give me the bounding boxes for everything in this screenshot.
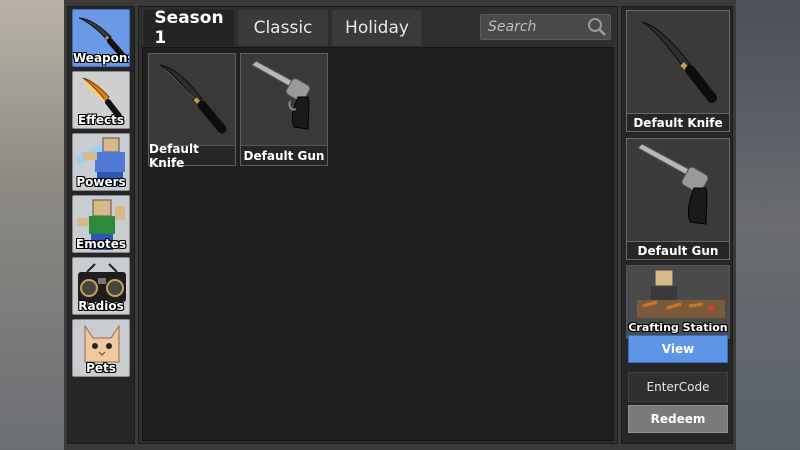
item-name: Default Gun (241, 145, 327, 165)
equipped-knife-slot[interactable]: Default Knife (626, 10, 730, 132)
item-default-knife[interactable]: Default Knife (148, 53, 236, 170)
item-grid: Default Knife Default Gun (142, 47, 614, 441)
tab-classic[interactable]: Classic (237, 9, 329, 47)
sidebar-item-emotes[interactable]: Emotes (72, 195, 130, 253)
sidebar-item-pets[interactable]: Pets (72, 319, 130, 377)
category-sidebar: Weapons Effects Powers Emotes Radios Pet… (67, 6, 135, 444)
tab-bar: Season 1 Classic Holiday (143, 8, 423, 48)
crafting-station-card[interactable]: Crafting Station (626, 265, 730, 339)
search-input[interactable] (481, 15, 584, 39)
knife-icon (150, 55, 234, 147)
sidebar-item-effects[interactable]: Effects (72, 71, 130, 129)
game-background-right (736, 0, 800, 450)
sidebar-item-label: Radios (78, 299, 124, 313)
sidebar-item-label: Effects (77, 113, 125, 127)
crafting-station-label: Crafting Station (628, 321, 728, 334)
revolver-icon (242, 55, 326, 147)
sidebar-item-label: Powers (76, 175, 126, 189)
search-icon[interactable] (584, 15, 610, 39)
search-box (480, 14, 611, 40)
tab-season-1[interactable]: Season 1 (143, 8, 235, 48)
sidebar-item-label: Weapons (73, 51, 130, 65)
sidebar-item-powers[interactable]: Powers (72, 133, 130, 191)
sidebar-item-label: Pets (86, 361, 116, 375)
enter-code-button[interactable]: EnterCode (628, 372, 728, 402)
equipped-panel: Default Knife Default Gun Crafting Stati… (621, 6, 733, 444)
sidebar-item-weapons[interactable]: Weapons (72, 9, 130, 67)
sidebar-item-radios[interactable]: Radios (72, 257, 130, 315)
equipped-item-name: Default Gun (627, 241, 729, 259)
item-name: Default Knife (149, 142, 235, 170)
item-default-gun[interactable]: Default Gun (240, 53, 328, 166)
tab-holiday[interactable]: Holiday (331, 9, 423, 47)
revolver-icon (628, 140, 728, 240)
equipped-item-name: Default Knife (627, 113, 729, 131)
redeem-button[interactable]: Redeem (628, 405, 728, 433)
sidebar-item-label: Emotes (76, 237, 126, 251)
game-background-left (0, 0, 64, 450)
view-button[interactable]: View (628, 335, 728, 363)
equipped-gun-slot[interactable]: Default Gun (626, 138, 730, 260)
inventory-panel: Season 1 Classic Holiday Default Knife (138, 6, 618, 444)
knife-icon (628, 12, 728, 112)
